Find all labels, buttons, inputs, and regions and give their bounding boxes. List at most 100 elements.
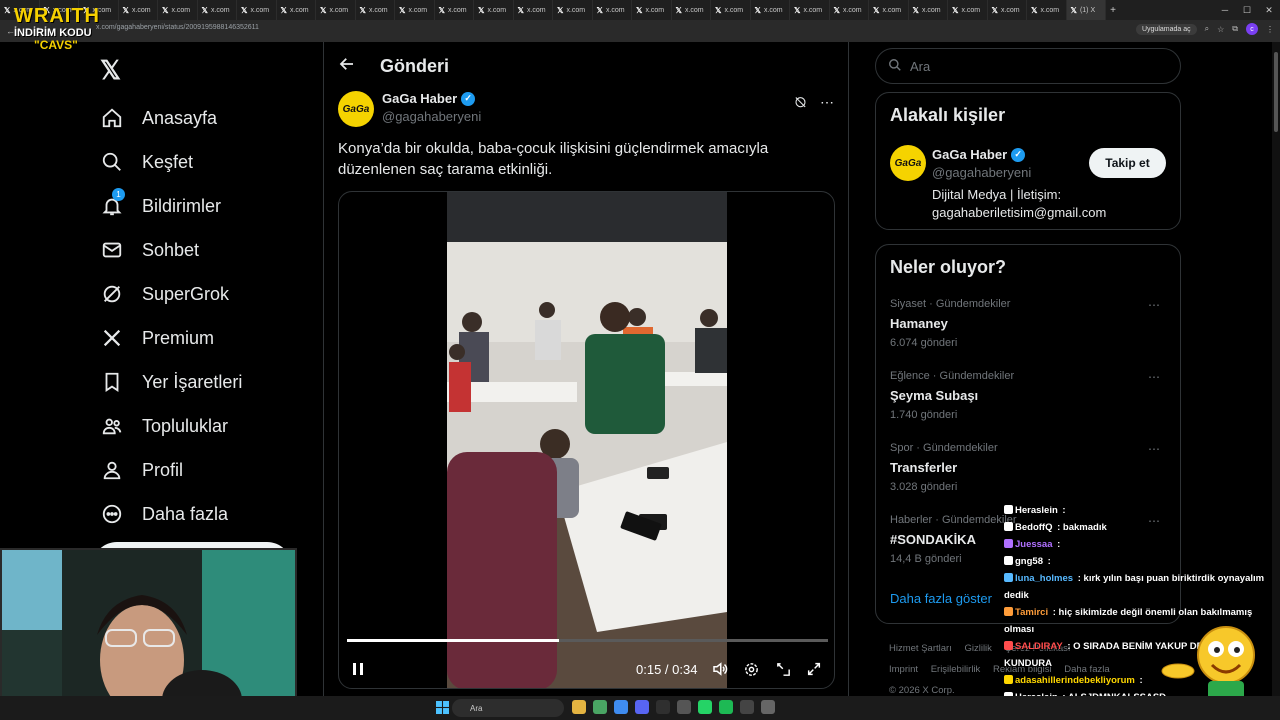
browser-tab[interactable]: 𝕏x.com	[356, 0, 395, 20]
footer-link[interactable]: Gizlilik	[964, 643, 991, 654]
pause-icon[interactable]	[351, 654, 365, 684]
grok-icon[interactable]: ⦰	[795, 94, 806, 111]
x-logo-icon	[100, 326, 124, 350]
profile-avatar[interactable]: c	[1246, 23, 1258, 35]
browser-tab[interactable]: 𝕏x.com	[632, 0, 672, 20]
volume-icon[interactable]	[711, 654, 729, 684]
trend-item[interactable]: Siyaset · Gündemdekiler Hamaney 6.074 gö…	[890, 298, 1170, 349]
page-title: Gönderi	[380, 55, 450, 76]
x-logo-icon: 𝕏	[596, 5, 603, 15]
chat-username: Juessaa	[1015, 539, 1053, 550]
browser-tab[interactable]: 𝕏x.com	[158, 0, 198, 20]
menu-icon[interactable]: ⋮	[1266, 25, 1274, 34]
sidebar-item-messages[interactable]: Sohbet	[100, 228, 310, 272]
show-more-link[interactable]: Daha fazla göster	[890, 591, 992, 606]
browser-tab[interactable]: 𝕏x.com	[948, 0, 988, 20]
footer-link[interactable]: Hizmet Şartları	[889, 643, 952, 654]
sidebar-item-bookmarks[interactable]: Yer İşaretleri	[100, 360, 310, 404]
url-field[interactable]: x.com/gagahaberyeni/status/2009195988146…	[96, 24, 259, 31]
browser-tab[interactable]: 𝕏x.com	[474, 0, 514, 20]
browser-tab-label: x.com	[724, 6, 744, 14]
browser-tab[interactable]: 𝕏x.com	[1027, 0, 1067, 20]
sidebar-item-premium[interactable]: Premium	[100, 316, 310, 360]
avatar[interactable]: GaGa	[890, 145, 926, 181]
related-name[interactable]: GaGa Haber	[932, 147, 1007, 162]
more-options-icon[interactable]: ⋯	[1148, 370, 1160, 384]
browser-tab[interactable]: 𝕏x.com	[119, 0, 158, 20]
maximize-icon[interactable]: ☐	[1236, 5, 1258, 16]
chat-separator: :	[1044, 556, 1051, 567]
sidebar-item-communities[interactable]: Topluluklar	[100, 404, 310, 448]
back-arrow-icon[interactable]	[338, 55, 356, 78]
author-handle[interactable]: @gagahaberyeni	[382, 109, 481, 124]
more-options-icon[interactable]: ⋯	[820, 94, 834, 111]
browser-tab[interactable]: 𝕏x.com	[593, 0, 632, 20]
browser-tab[interactable]: 𝕏x.com	[553, 0, 593, 20]
pip-icon[interactable]	[775, 654, 792, 684]
sidebar-item-explore[interactable]: Keşfet	[100, 140, 310, 184]
star-icon[interactable]: ☆	[1217, 25, 1224, 34]
more-options-icon[interactable]: ⋯	[1148, 298, 1160, 312]
browser-tab[interactable]: 𝕏x.com	[395, 0, 435, 20]
start-menu-icon[interactable]	[436, 701, 449, 719]
browser-tab[interactable]: 𝕏x.com	[869, 0, 909, 20]
avatar[interactable]: GaGa	[338, 91, 374, 127]
browser-tab[interactable]: 𝕏x.com	[435, 0, 474, 20]
follow-button[interactable]: Takip et	[1089, 148, 1166, 178]
spotify-icon[interactable]	[719, 700, 733, 714]
minimize-icon[interactable]: ─	[1214, 5, 1236, 15]
footer-link[interactable]: Imprint	[889, 664, 918, 675]
app-icon[interactable]	[677, 700, 691, 714]
chrome-icon[interactable]	[593, 700, 607, 714]
trend-item[interactable]: Spor · Gündemdekiler Transferler 3.028 g…	[890, 442, 1170, 493]
app-icon[interactable]	[761, 700, 775, 714]
related-handle[interactable]: @gagahaberyeni	[932, 165, 1031, 180]
sidebar-item-supergrok[interactable]: SuperGrok	[100, 272, 310, 316]
post-author[interactable]: GaGa GaGa Haber ✓ @gagahaberyeni	[338, 91, 481, 127]
new-tab-icon[interactable]: +	[1106, 5, 1120, 16]
sidebar-item-notifications[interactable]: 1 Bildirimler	[100, 184, 310, 228]
taskbar-search[interactable]: Ara	[452, 699, 564, 717]
browser-tab[interactable]: 𝕏x.com	[198, 0, 237, 20]
browser-tab[interactable]: 𝕏x.com	[237, 0, 277, 20]
browser-tab[interactable]: 𝕏x.com	[672, 0, 711, 20]
author-name[interactable]: GaGa Haber	[382, 91, 457, 106]
settings-gear-icon[interactable]	[743, 654, 760, 684]
discord-icon[interactable]	[635, 700, 649, 714]
x-logo-icon[interactable]: 𝕏	[100, 55, 121, 86]
browser-tab[interactable]: 𝕏x.com	[514, 0, 553, 20]
video-progress-bar[interactable]	[347, 639, 828, 642]
file-explorer-icon[interactable]	[572, 700, 586, 714]
trend-item[interactable]: Eğlence · Gündemdekiler Şeyma Subaşı 1.7…	[890, 370, 1170, 421]
browser-tab-label: x.com	[566, 6, 586, 14]
footer-link[interactable]: Erişilebilirlik	[931, 664, 981, 675]
fullscreen-icon[interactable]	[806, 654, 822, 684]
app-icon[interactable]	[740, 700, 754, 714]
browser-tab[interactable]: 𝕏x.com	[751, 0, 790, 20]
video-frame[interactable]	[447, 192, 727, 688]
browser-tab[interactable]: 𝕏x.com	[909, 0, 948, 20]
more-options-icon[interactable]: ⋯	[1148, 442, 1160, 456]
app-icon[interactable]	[656, 700, 670, 714]
x-logo-icon: 𝕏	[912, 5, 919, 15]
browser-tab[interactable]: 𝕏x.com	[316, 0, 356, 20]
sidebar-item-home[interactable]: Anasayfa	[100, 96, 310, 140]
browser-tab[interactable]: 𝕏 (1) X	[1066, 0, 1106, 20]
browser-tab[interactable]: 𝕏x.com	[277, 0, 316, 20]
close-icon[interactable]: ✕	[1258, 5, 1280, 16]
chat-message: Heraslein :	[1004, 502, 1280, 519]
zoom-icon[interactable]: ⌕	[1205, 24, 1209, 34]
extensions-icon[interactable]: ⧉	[1232, 24, 1238, 34]
sidebar-item-profile[interactable]: Profil	[100, 448, 310, 492]
browser-tab[interactable]: 𝕏x.com	[711, 0, 751, 20]
search-input[interactable]: Ara	[875, 48, 1181, 84]
app-icon[interactable]	[614, 700, 628, 714]
browser-tab[interactable]: 𝕏x.com	[790, 0, 830, 20]
open-in-app-button[interactable]: Uygulamada aç	[1135, 23, 1197, 35]
video-player[interactable]: 0:15 / 0:34	[338, 191, 835, 689]
browser-tab[interactable]: 𝕏x.com	[988, 0, 1027, 20]
sidebar-item-more[interactable]: Daha fazla	[100, 492, 310, 536]
scrollbar-thumb[interactable]	[1274, 52, 1278, 132]
whatsapp-icon[interactable]	[698, 700, 712, 714]
browser-tab[interactable]: 𝕏x.com	[830, 0, 869, 20]
